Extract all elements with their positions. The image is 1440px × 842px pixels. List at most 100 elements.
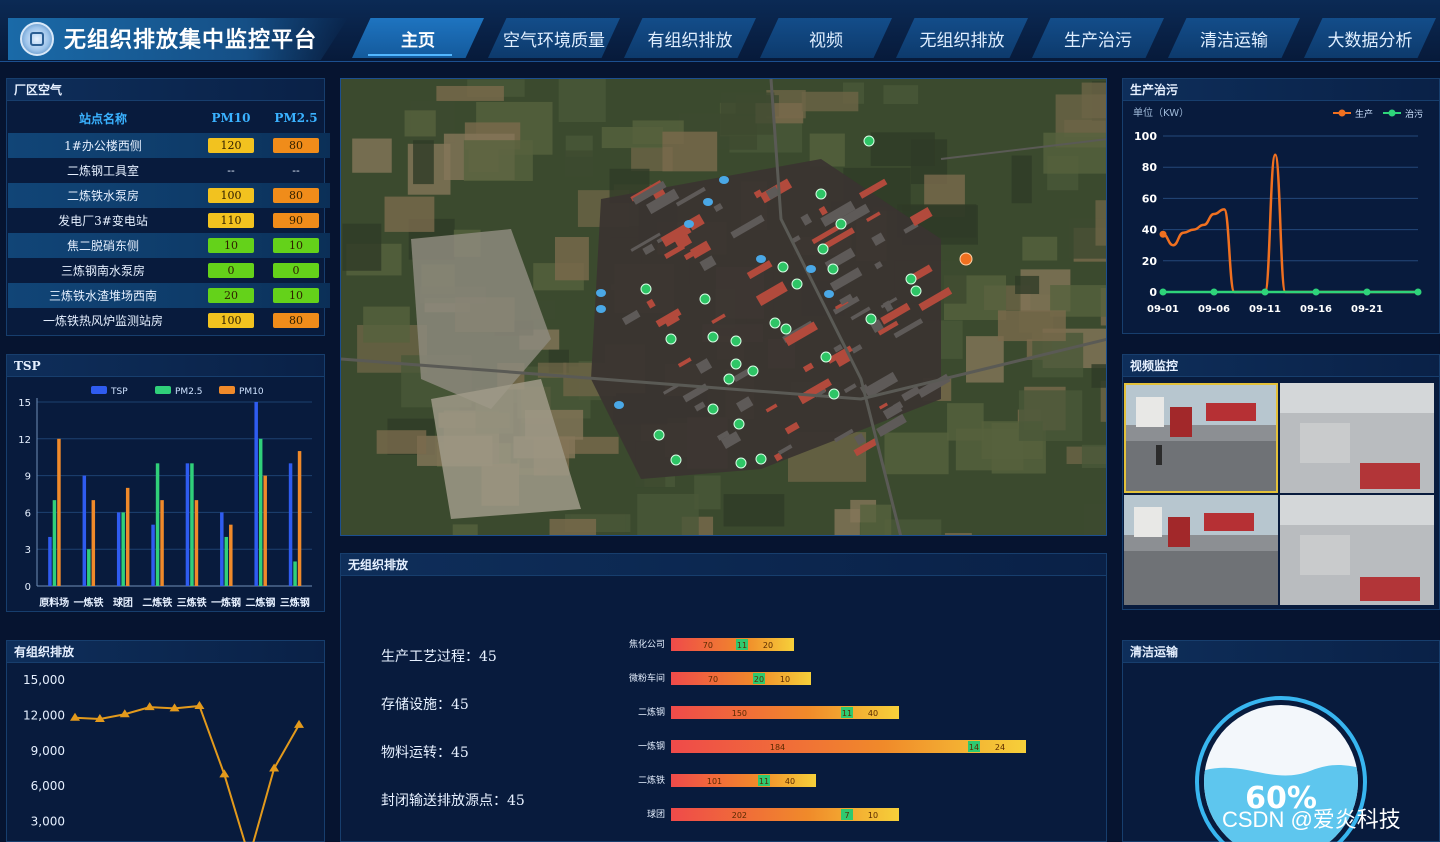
tsp-chart: TSP PM2.5 PM10 0 3 6 9 12 15 原料场 一炼铁 球团 二炼铁 三炼铁 一炼钢 二炼钢… [18,386,312,609]
organized-point [194,700,205,709]
tsp-bar [82,475,87,586]
station-name: 1#办公楼西侧 [64,139,142,153]
table-row[interactable]: 发电厂3#变电站 110 90 [8,208,330,233]
map-field [564,150,594,177]
map-field [1081,444,1106,468]
segment-value: 70 [708,675,718,684]
air-quality-panel: 厂区空气 站点名称 PM10 PM2.5 1#办公楼西侧 120 80 二炼钢工具室 -… [6,78,330,336]
legend-swatch-2 [219,386,235,394]
table-row[interactable]: 一炼铁热风炉监测站房 100 80 [8,308,330,333]
monitor-station-marker [665,333,677,345]
col-pm25: PM2.5 [274,111,318,125]
y-tick-label: 0 [25,582,31,593]
monitor-station-marker [817,243,829,255]
legend-label-1: 治污 [1405,108,1423,120]
video-feed-4[interactable] [1280,495,1434,605]
y-tick-label: 60 [1142,192,1158,205]
y-tick-label: 15 [18,398,31,409]
x-tick-label: 二炼钢 [245,596,275,609]
nav-tab-4[interactable]: 无组织排放 [896,18,1028,58]
tsp-bar [293,561,297,586]
pm10-cell: 100 [198,188,264,203]
pm10-cell: 110 [198,213,264,228]
satellite-map[interactable] [340,78,1107,536]
nav-tab-0[interactable]: 主页 [352,18,484,58]
watermark: CSDN @爱炎科技 [1222,807,1401,832]
map-field [944,533,972,535]
pm10-badge: 110 [208,213,254,228]
nav-tab-label: 无组织排放 [919,30,1005,51]
x-tick-label: 球团 [113,596,133,609]
table-row[interactable]: 二炼钢工具室 -- -- [8,158,330,183]
table-row[interactable]: 二炼铁水泵房 100 80 [8,183,330,208]
video-feed-3[interactable] [1124,495,1278,605]
top-header: 无组织排放集中监控平台 主页 空气环境质量 有组织排放 视频 无组织排放 生产治污 清洁运输… [0,0,1440,62]
map-field [723,494,785,527]
monitor-station-marker [865,313,877,325]
pm10-badge: 100 [208,313,254,328]
pm10-cell: 0 [198,263,264,278]
tsp-bar [229,524,233,586]
map-field [376,430,427,454]
station-name: 一炼铁热风炉监测站房 [42,314,163,328]
table-row[interactable]: 焦二脱硝东侧 10 10 [8,233,330,258]
segment-value: 184 [770,743,785,752]
fugitive-stat-label: 物料运转： [381,745,451,761]
y-tick-label: 80 [1142,161,1158,174]
video-panel: 视频监控 [1122,354,1440,610]
water-site-marker [703,198,713,206]
segment-value: 14 [969,743,979,752]
segment-value: 20 [763,641,773,650]
water-site-marker [596,289,606,297]
segment-value: 150 [732,709,747,718]
map-field [404,110,436,137]
map-field [834,509,860,535]
nav-tab-1[interactable]: 空气环境质量 [488,18,620,58]
nav-tab-3[interactable]: 视频 [760,18,892,58]
nav-tab-label: 空气环境质量 [503,30,605,51]
treatment-point [1261,288,1269,296]
nav-tab-label: 大数据分析 [1327,30,1413,51]
station-name: 三炼铁水渣堆场西南 [48,289,157,303]
nav-tab-label: 清洁运输 [1200,30,1268,51]
legend-swatch-1 [155,386,171,394]
nav-tab-2[interactable]: 有组织排放 [624,18,756,58]
map-field [884,519,942,535]
table-row[interactable]: 三炼钢南水泵房 0 0 [8,258,330,283]
tsp-bar [297,451,302,586]
map-field [720,92,775,135]
map-field [436,85,504,101]
table-row[interactable]: 三炼铁水渣堆场西南 20 10 [8,283,330,308]
nav-tab-7[interactable]: 大数据分析 [1304,18,1436,58]
table-row[interactable]: 1#办公楼西侧 120 80 [8,133,330,158]
monitor-station-marker [910,285,922,297]
monitor-station-marker [780,323,792,335]
map-field [601,126,663,149]
monitor-station-marker [730,358,742,370]
y-tick-label: 3 [25,545,31,556]
nav-tab-label: 主页 [401,30,435,51]
monitor-station-marker [863,135,875,147]
tsp-bar [263,475,267,586]
y-tick-label: 12,000 [23,708,65,722]
treatment-point [1159,288,1167,296]
x-tick-label: 09-06 [1198,304,1230,315]
organized-emission-chart: 3,000 6,000 9,000 12,000 15,000 [23,673,304,842]
video-feed-1[interactable] [1124,383,1278,493]
map-field [637,493,699,535]
y-tick-label: 12 [18,435,31,446]
production-chart: 单位（KW） 生产 治污 0 20 40 60 80 100 09-01 09-06 09-11 09-… [1133,106,1423,315]
nav-tab-6[interactable]: 清洁运输 [1168,18,1300,58]
nav-tab-5[interactable]: 生产治污 [1032,18,1164,58]
map-canvas[interactable] [341,79,1107,536]
monitor-station-marker [835,218,847,230]
organized-line [74,704,300,842]
video-feed-2[interactable] [1280,383,1434,493]
tsp-bar [258,438,263,586]
water-site-marker [614,401,624,409]
pm10-cell: 20 [198,288,264,303]
water-site-marker [806,265,816,273]
pm25-badge: 10 [273,238,319,253]
map-field [452,524,478,535]
video-title: 视频监控 [1123,355,1439,377]
